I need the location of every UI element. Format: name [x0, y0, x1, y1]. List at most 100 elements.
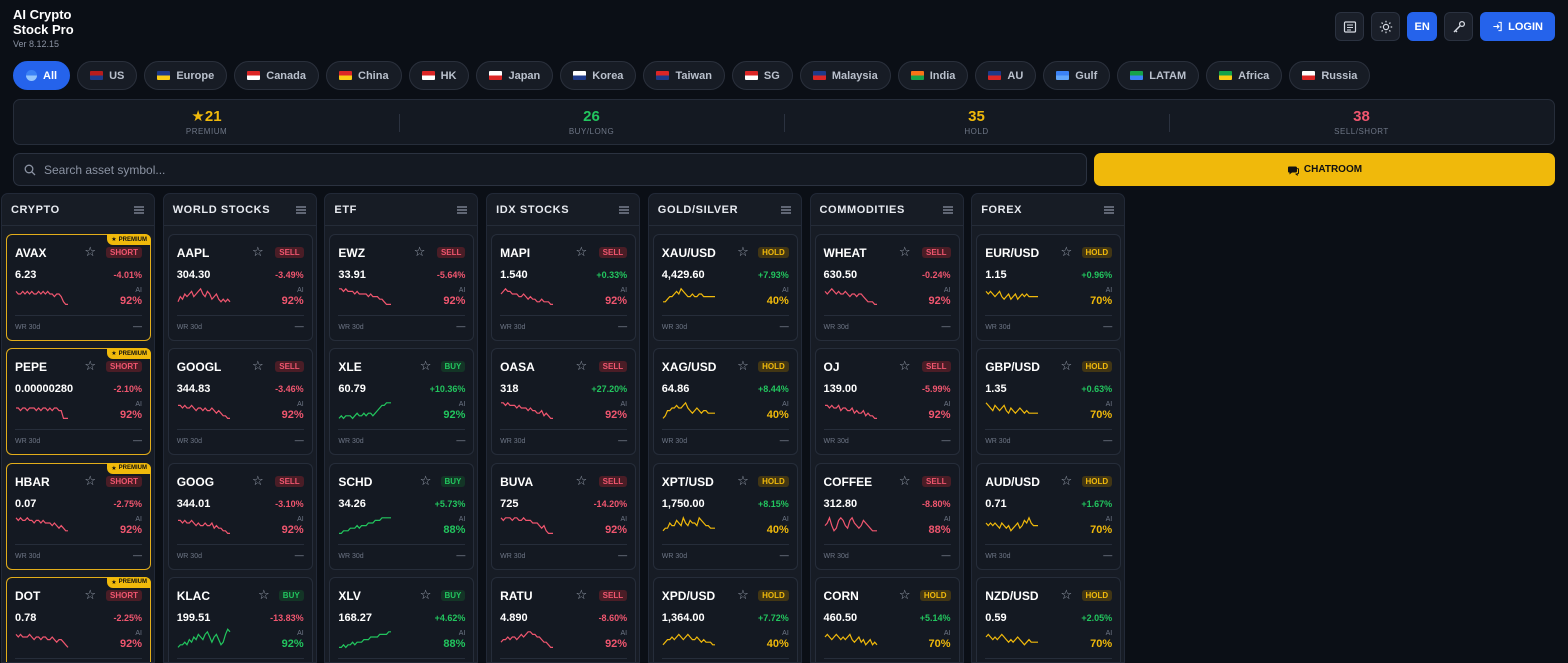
favorite-star-icon[interactable]: ☆ [575, 359, 587, 372]
region-tab-malaysia[interactable]: Malaysia [799, 61, 891, 90]
asset-symbol: BUVA [500, 474, 534, 489]
region-tab-korea[interactable]: Korea [560, 61, 637, 90]
favorite-star-icon[interactable]: ☆ [84, 588, 96, 601]
price-change: -3.10% [275, 498, 304, 509]
search-input[interactable] [44, 162, 944, 177]
asset-card[interactable]: RATU☆SELL4.890-8.60%AI92%WR 30d— [491, 576, 637, 662]
favorite-star-icon[interactable]: ☆ [252, 359, 264, 372]
region-tab-au[interactable]: AU [975, 61, 1037, 90]
favorite-star-icon[interactable]: ☆ [737, 359, 749, 372]
favorite-star-icon[interactable]: ☆ [252, 245, 264, 258]
region-tab-gulf[interactable]: Gulf [1043, 61, 1111, 90]
asset-card[interactable]: NZD/USD☆HOLD0.59+2.05%AI70%WR 30d— [976, 576, 1122, 662]
asset-card[interactable]: MAPI ☆ SELL 1.540 +0.33% AI 92% WR 30d — [491, 234, 637, 341]
news-button[interactable] [1335, 12, 1365, 41]
asset-card[interactable]: XLV☆BUY168.27+4.62%AI88%WR 30d— [329, 576, 475, 662]
region-tab-africa[interactable]: Africa [1206, 61, 1283, 90]
menu-icon[interactable] [457, 201, 468, 219]
menu-icon[interactable] [295, 201, 306, 219]
theme-toggle-button[interactable] [1371, 12, 1401, 41]
api-key-button[interactable] [1444, 12, 1474, 41]
favorite-star-icon[interactable]: ☆ [414, 245, 426, 258]
asset-card[interactable]: OJ ☆ SELL 139.00 -5.99% AI 92% WR 30d — [814, 348, 960, 456]
asset-card[interactable]: KLAC☆BUY199.51-13.83%AI92%WR 30d— [167, 576, 313, 662]
region-tab-sg[interactable]: SG [731, 61, 793, 90]
asset-price: 344.01 [176, 497, 211, 510]
asset-card[interactable]: BUVA ☆ SELL 725 -14.20% AI 92% WR 30d — [491, 462, 637, 570]
asset-card[interactable]: XPD/USD☆HOLD1,364.00+7.72%AI40%WR 30d— [652, 576, 798, 662]
asset-card[interactable]: COFFEE ☆ SELL 312.80 -8.80% AI 88% WR 30d — [814, 462, 960, 570]
asset-card[interactable]: XAU/USD ☆ HOLD 4,429.60 +7.93% AI 40% WR 30d — [652, 234, 798, 341]
chatroom-button[interactable]: CHATROOM [1094, 153, 1555, 186]
menu-icon[interactable] [1104, 201, 1115, 219]
asset-card[interactable]: ★PREMIUMDOT☆SHORT0.78-2.25%AI92%WR 30d— [6, 576, 151, 662]
favorite-star-icon[interactable]: ☆ [420, 359, 432, 372]
card-divider [15, 429, 142, 431]
menu-icon[interactable] [780, 201, 791, 219]
favorite-star-icon[interactable]: ☆ [737, 474, 749, 487]
menu-icon[interactable] [619, 201, 630, 219]
region-tab-taiwan[interactable]: Taiwan [643, 61, 725, 90]
ai-confidence: 92% [119, 409, 142, 422]
asset-card[interactable]: GOOGL ☆ SELL 344.83 -3.46% AI 92% WR 30d — [167, 348, 313, 456]
card-divider [338, 543, 466, 545]
region-tab-label: AU [1007, 69, 1024, 82]
favorite-star-icon[interactable]: ☆ [899, 359, 911, 372]
region-tab-all[interactable]: All [13, 61, 71, 90]
favorite-star-icon[interactable]: ☆ [84, 474, 96, 487]
language-button[interactable]: EN [1407, 12, 1438, 41]
asset-card[interactable]: ★ PREMIUM AVAX ☆ SHORT 6.23 -4.01% AI 92% WR 30d — [6, 234, 151, 341]
region-tab-europe[interactable]: Europe [144, 61, 228, 90]
favorite-star-icon[interactable]: ☆ [258, 588, 270, 601]
favorite-star-icon[interactable]: ☆ [575, 588, 587, 601]
region-tab-china[interactable]: China [326, 61, 402, 90]
region-tab-us[interactable]: US [77, 61, 138, 90]
asset-price: 60.79 [338, 383, 366, 396]
menu-icon[interactable] [134, 201, 144, 219]
asset-card[interactable]: GBP/USD ☆ HOLD 1.35 +0.63% AI 70% WR 30d — [976, 348, 1122, 456]
asset-card[interactable]: XAG/USD ☆ HOLD 64.86 +8.44% AI 40% WR 30d — [652, 348, 798, 456]
favorite-star-icon[interactable]: ☆ [899, 474, 911, 487]
favorite-star-icon[interactable]: ☆ [420, 474, 432, 487]
region-tab-india[interactable]: India [897, 61, 969, 90]
price-change: -2.25% [113, 612, 142, 623]
favorite-star-icon[interactable]: ☆ [1061, 474, 1073, 487]
favorite-star-icon[interactable]: ☆ [252, 474, 264, 487]
favorite-star-icon[interactable]: ☆ [575, 245, 587, 258]
favorite-star-icon[interactable]: ☆ [737, 245, 749, 258]
favorite-star-icon[interactable]: ☆ [84, 245, 96, 258]
asset-card[interactable]: SCHD ☆ BUY 34.26 +5.73% AI 88% WR 30d — [329, 462, 475, 570]
asset-card[interactable]: WHEAT ☆ SELL 630.50 -0.24% AI 92% WR 30d — [814, 234, 960, 341]
asset-card[interactable]: ★ PREMIUM PEPE ☆ SHORT 0.00000280 -2.10% AI 92% W… [6, 348, 151, 456]
login-button[interactable]: LOGIN [1480, 12, 1555, 41]
price-change: +0.96% [1081, 270, 1113, 280]
asset-card[interactable]: GOOG ☆ SELL 344.01 -3.10% AI 92% WR 30d — [167, 462, 313, 570]
favorite-star-icon[interactable]: ☆ [575, 474, 587, 487]
favorite-star-icon[interactable]: ☆ [1061, 245, 1073, 258]
win-rate-label: WR 30d [176, 552, 202, 560]
asset-card[interactable]: OASA ☆ SELL 318 +27.20% AI 92% WR 30d — [491, 348, 637, 456]
asset-card[interactable]: EUR/USD ☆ HOLD 1.15 +0.96% AI 70% WR 30d — [976, 234, 1122, 341]
favorite-star-icon[interactable]: ☆ [84, 359, 96, 372]
region-tab-russia[interactable]: Russia [1289, 61, 1371, 90]
asset-card[interactable]: AAPL ☆ SELL 304.30 -3.49% AI 92% WR 30d — [167, 234, 313, 341]
asset-card[interactable]: EWZ ☆ SELL 33.91 -5.64% AI 92% WR 30d — [329, 234, 475, 341]
asset-card[interactable]: XLE ☆ BUY 60.79 +10.36% AI 92% WR 30d — [329, 348, 475, 456]
region-tab-latam[interactable]: LATAM [1117, 61, 1200, 90]
asset-card[interactable]: AUD/USD ☆ HOLD 0.71 +1.67% AI 70% WR 30d — [976, 462, 1122, 570]
region-tab-hk[interactable]: HK [408, 61, 470, 90]
favorite-star-icon[interactable]: ☆ [1061, 588, 1073, 601]
menu-icon[interactable] [942, 201, 953, 219]
favorite-star-icon[interactable]: ☆ [899, 245, 911, 258]
region-tab-japan[interactable]: Japan [476, 61, 554, 90]
column-title: GOLD/SILVER [657, 203, 739, 216]
region-tab-canada[interactable]: Canada [234, 61, 319, 90]
asset-card[interactable]: CORN☆HOLD460.50+5.14%AI70%WR 30d— [814, 576, 960, 662]
price-change: -4.01% [113, 270, 142, 280]
favorite-star-icon[interactable]: ☆ [737, 588, 749, 601]
favorite-star-icon[interactable]: ☆ [1061, 359, 1073, 372]
favorite-star-icon[interactable]: ☆ [420, 588, 432, 601]
asset-card[interactable]: ★ PREMIUM HBAR ☆ SHORT 0.07 -2.75% AI 92% WR 30d — [6, 462, 151, 570]
asset-card[interactable]: XPT/USD ☆ HOLD 1,750.00 +8.15% AI 40% WR 30d — [652, 462, 798, 570]
favorite-star-icon[interactable]: ☆ [899, 588, 911, 601]
